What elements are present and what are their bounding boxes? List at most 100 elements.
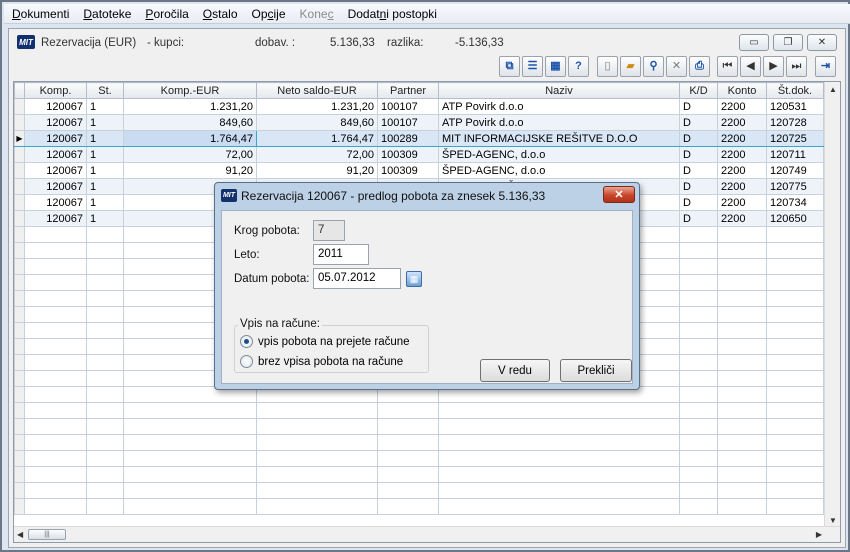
- cell-neto-saldo[interactable]: 91,20: [256, 162, 378, 179]
- cell-komp[interactable]: [24, 306, 87, 323]
- cell-st[interactable]: [86, 386, 124, 403]
- cell-komp[interactable]: [24, 290, 87, 307]
- copy-docs-button[interactable]: ⧉: [499, 56, 520, 77]
- cell-komp[interactable]: [24, 370, 87, 387]
- cell-partner[interactable]: [377, 482, 439, 499]
- cell-komp[interactable]: 120067: [24, 178, 87, 195]
- header-neto-saldo[interactable]: Neto saldo-EUR: [256, 82, 378, 99]
- next-record-button[interactable]: ▶: [763, 56, 784, 77]
- cell-st[interactable]: [86, 290, 124, 307]
- header-st[interactable]: St.: [86, 82, 124, 99]
- cell-st[interactable]: [86, 274, 124, 291]
- header-komp-eur[interactable]: Komp.-EUR: [123, 82, 257, 99]
- scroll-left-icon[interactable]: ◀: [17, 530, 23, 539]
- cell-st[interactable]: [86, 450, 124, 467]
- horizontal-scrollbar[interactable]: ◀ ||| ▶: [14, 526, 840, 542]
- cell-st[interactable]: [86, 242, 124, 259]
- cell-st[interactable]: 1: [86, 178, 124, 195]
- cell-neto-saldo[interactable]: [256, 466, 378, 483]
- row-indicator[interactable]: [14, 482, 25, 499]
- cell-st-dok[interactable]: [766, 466, 824, 483]
- cell-kd[interactable]: [679, 338, 718, 355]
- cell-kd[interactable]: [679, 370, 718, 387]
- cell-kd[interactable]: [679, 226, 718, 243]
- row-indicator[interactable]: [14, 210, 25, 227]
- cell-st-dok[interactable]: [766, 498, 824, 515]
- cell-kd[interactable]: [679, 258, 718, 275]
- cell-naziv[interactable]: ATP Povirk d.o.o: [438, 114, 680, 131]
- cell-kd[interactable]: [679, 450, 718, 467]
- cell-st-dok[interactable]: [766, 226, 824, 243]
- cell-st-dok[interactable]: 120775: [766, 178, 824, 195]
- cell-kd[interactable]: [679, 386, 718, 403]
- close-child-button[interactable]: ✕: [807, 34, 837, 51]
- header-st-dok[interactable]: Št.dok.: [766, 82, 824, 99]
- cell-komp[interactable]: 120067: [24, 162, 87, 179]
- row-indicator[interactable]: [14, 114, 25, 131]
- cell-st[interactable]: [86, 258, 124, 275]
- calendar-icon[interactable]: ▦: [406, 271, 422, 287]
- cell-st-dok[interactable]: [766, 450, 824, 467]
- cell-kd[interactable]: D: [679, 210, 718, 227]
- cell-kd[interactable]: [679, 434, 718, 451]
- cell-st[interactable]: [86, 482, 124, 499]
- prev-record-button[interactable]: ◀: [740, 56, 761, 77]
- cell-komp[interactable]: [24, 242, 87, 259]
- row-indicator[interactable]: [14, 498, 25, 515]
- cell-komp[interactable]: [24, 402, 87, 419]
- cell-komp-eur[interactable]: 91,20: [123, 162, 257, 179]
- table-row[interactable]: 120067 1 849,60 849,60 100107 ATP Povirk d.o.…: [14, 114, 824, 131]
- cell-st-dok[interactable]: [766, 370, 824, 387]
- cell-st[interactable]: [86, 498, 124, 515]
- cell-komp-eur[interactable]: [123, 434, 257, 451]
- cell-partner[interactable]: [377, 450, 439, 467]
- delete-button[interactable]: ✕: [666, 56, 687, 77]
- cell-kd[interactable]: [679, 482, 718, 499]
- cell-kd[interactable]: [679, 354, 718, 371]
- cell-konto[interactable]: [717, 370, 767, 387]
- cell-komp[interactable]: 120067: [24, 194, 87, 211]
- row-indicator[interactable]: [14, 338, 25, 355]
- radio-vpis-pobota[interactable]: vpis pobota na prejete račune: [240, 335, 410, 348]
- cell-konto[interactable]: 2200: [717, 178, 767, 195]
- cell-kd[interactable]: [679, 402, 718, 419]
- row-indicator[interactable]: [14, 386, 25, 403]
- cell-st[interactable]: [86, 434, 124, 451]
- cell-kd[interactable]: D: [679, 162, 718, 179]
- cell-konto[interactable]: [717, 386, 767, 403]
- cell-komp[interactable]: [24, 434, 87, 451]
- header-kd[interactable]: K/D: [679, 82, 718, 99]
- row-indicator[interactable]: [14, 370, 25, 387]
- cell-partner[interactable]: [377, 434, 439, 451]
- cell-neto-saldo[interactable]: [256, 482, 378, 499]
- cell-kd[interactable]: D: [679, 98, 718, 115]
- cell-konto[interactable]: [717, 450, 767, 467]
- cell-st-dok[interactable]: 120650: [766, 210, 824, 227]
- cell-komp[interactable]: [24, 322, 87, 339]
- cell-naziv[interactable]: [438, 418, 680, 435]
- cell-st-dok[interactable]: [766, 322, 824, 339]
- row-indicator[interactable]: ▶: [14, 130, 25, 147]
- cell-st-dok[interactable]: 120749: [766, 162, 824, 179]
- cell-neto-saldo[interactable]: 72,00: [256, 146, 378, 163]
- datum-field[interactable]: 05.07.2012: [313, 268, 401, 289]
- header-naziv[interactable]: Naziv: [438, 82, 680, 99]
- scroll-down-icon[interactable]: ▼: [829, 516, 837, 525]
- cell-partner[interactable]: 100309: [377, 146, 439, 163]
- menu-opcije[interactable]: Opcije: [252, 7, 286, 21]
- row-indicator[interactable]: [14, 322, 25, 339]
- cell-naziv[interactable]: [438, 466, 680, 483]
- cell-st-dok[interactable]: [766, 242, 824, 259]
- cell-konto[interactable]: 2200: [717, 98, 767, 115]
- row-indicator[interactable]: [14, 418, 25, 435]
- cell-st[interactable]: 1: [86, 210, 124, 227]
- cell-partner[interactable]: 100309: [377, 162, 439, 179]
- header-partner[interactable]: Partner: [377, 82, 439, 99]
- cell-neto-saldo[interactable]: [256, 498, 378, 515]
- row-indicator[interactable]: [14, 466, 25, 483]
- cell-komp-eur[interactable]: 1.231,20: [123, 98, 257, 115]
- cell-st[interactable]: [86, 402, 124, 419]
- leto-field[interactable]: 2011: [313, 244, 369, 265]
- cell-konto[interactable]: [717, 290, 767, 307]
- row-indicator[interactable]: [14, 98, 25, 115]
